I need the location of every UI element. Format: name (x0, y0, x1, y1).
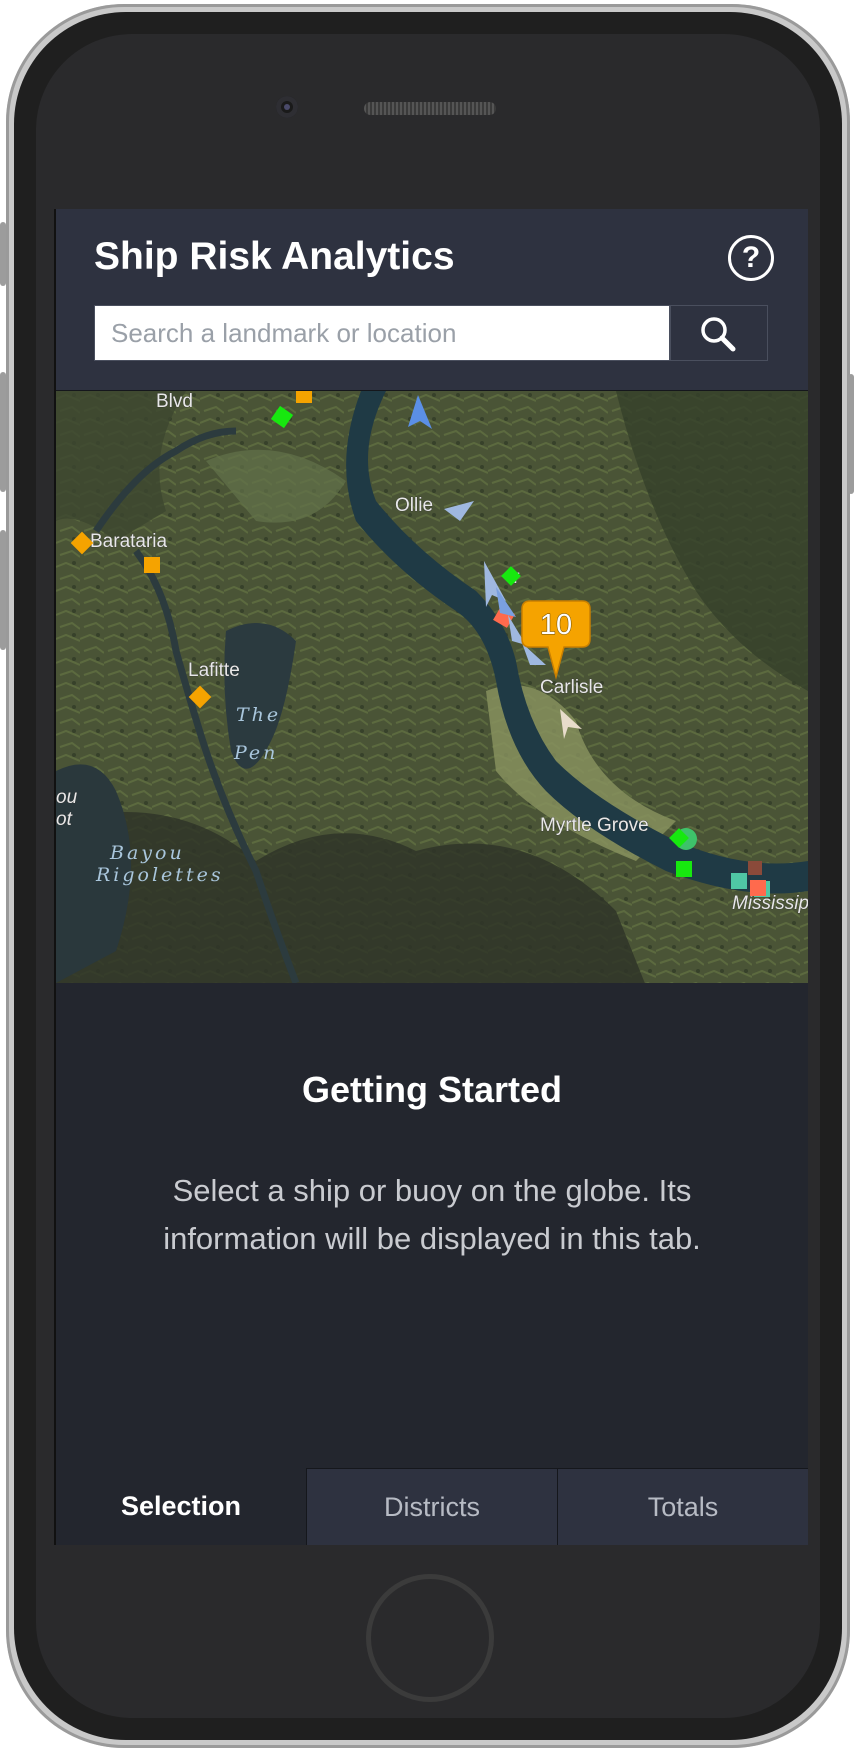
volume-up-button (0, 372, 6, 492)
search-button[interactable] (670, 305, 768, 361)
map-label-ot: ot (56, 809, 73, 830)
map-label-the: The (236, 704, 281, 726)
map-label-blvd: Blvd (156, 391, 193, 412)
search-icon (701, 317, 736, 352)
mute-switch (0, 222, 6, 286)
tab-bar: Selection Districts Totals (56, 1468, 808, 1545)
volume-down-button (0, 530, 6, 650)
info-panel: Getting Started Select a ship or buoy on… (56, 983, 808, 1468)
tab-districts[interactable]: Districts (306, 1468, 557, 1545)
buoy-marker[interactable] (296, 391, 312, 403)
app-header: Ship Risk Analytics ? (56, 209, 808, 391)
tab-selection[interactable]: Selection (56, 1468, 306, 1545)
map-label-myrtle-grove: Myrtle Grove (540, 815, 649, 836)
tab-totals[interactable]: Totals (557, 1468, 808, 1545)
app-screen: Ship Risk Analytics ? Search a landmark … (54, 209, 808, 1545)
cluster-count: 10 (540, 609, 572, 641)
front-camera (276, 96, 298, 118)
map-label-bayou: Bayou (109, 842, 185, 864)
map-label-ou: ou (56, 787, 78, 808)
map-label-ollie: Ollie (395, 495, 433, 516)
buoy-marker[interactable] (748, 861, 762, 875)
map-label-barataria: Barataria (90, 531, 168, 552)
home-button[interactable] (366, 1574, 494, 1702)
map-label-carlisle: Carlisle (540, 677, 603, 698)
power-button (848, 374, 854, 494)
buoy-marker[interactable] (731, 873, 747, 889)
buoy-marker[interactable] (144, 557, 160, 573)
help-icon[interactable]: ? (728, 235, 774, 281)
search-input[interactable] (94, 305, 670, 361)
earpiece-speaker (364, 102, 496, 115)
map-label-rigolettes: Rigolettes (95, 864, 224, 886)
map-label-pen: Pen (233, 742, 278, 764)
buoy-marker[interactable] (750, 880, 766, 896)
map-label-lafitte: Lafitte (188, 660, 240, 681)
panel-body: Select a ship or buoy on the globe. Its … (163, 1173, 701, 1256)
app-title: Ship Risk Analytics (94, 235, 455, 278)
satellite-map[interactable]: Blvd Barataria Lafitte Ollie ir Carlisle… (56, 391, 808, 984)
map-canvas: Blvd Barataria Lafitte Ollie ir Carlisle… (56, 391, 808, 983)
panel-title: Getting Started (301, 1069, 562, 1110)
buoy-marker[interactable] (676, 861, 692, 877)
